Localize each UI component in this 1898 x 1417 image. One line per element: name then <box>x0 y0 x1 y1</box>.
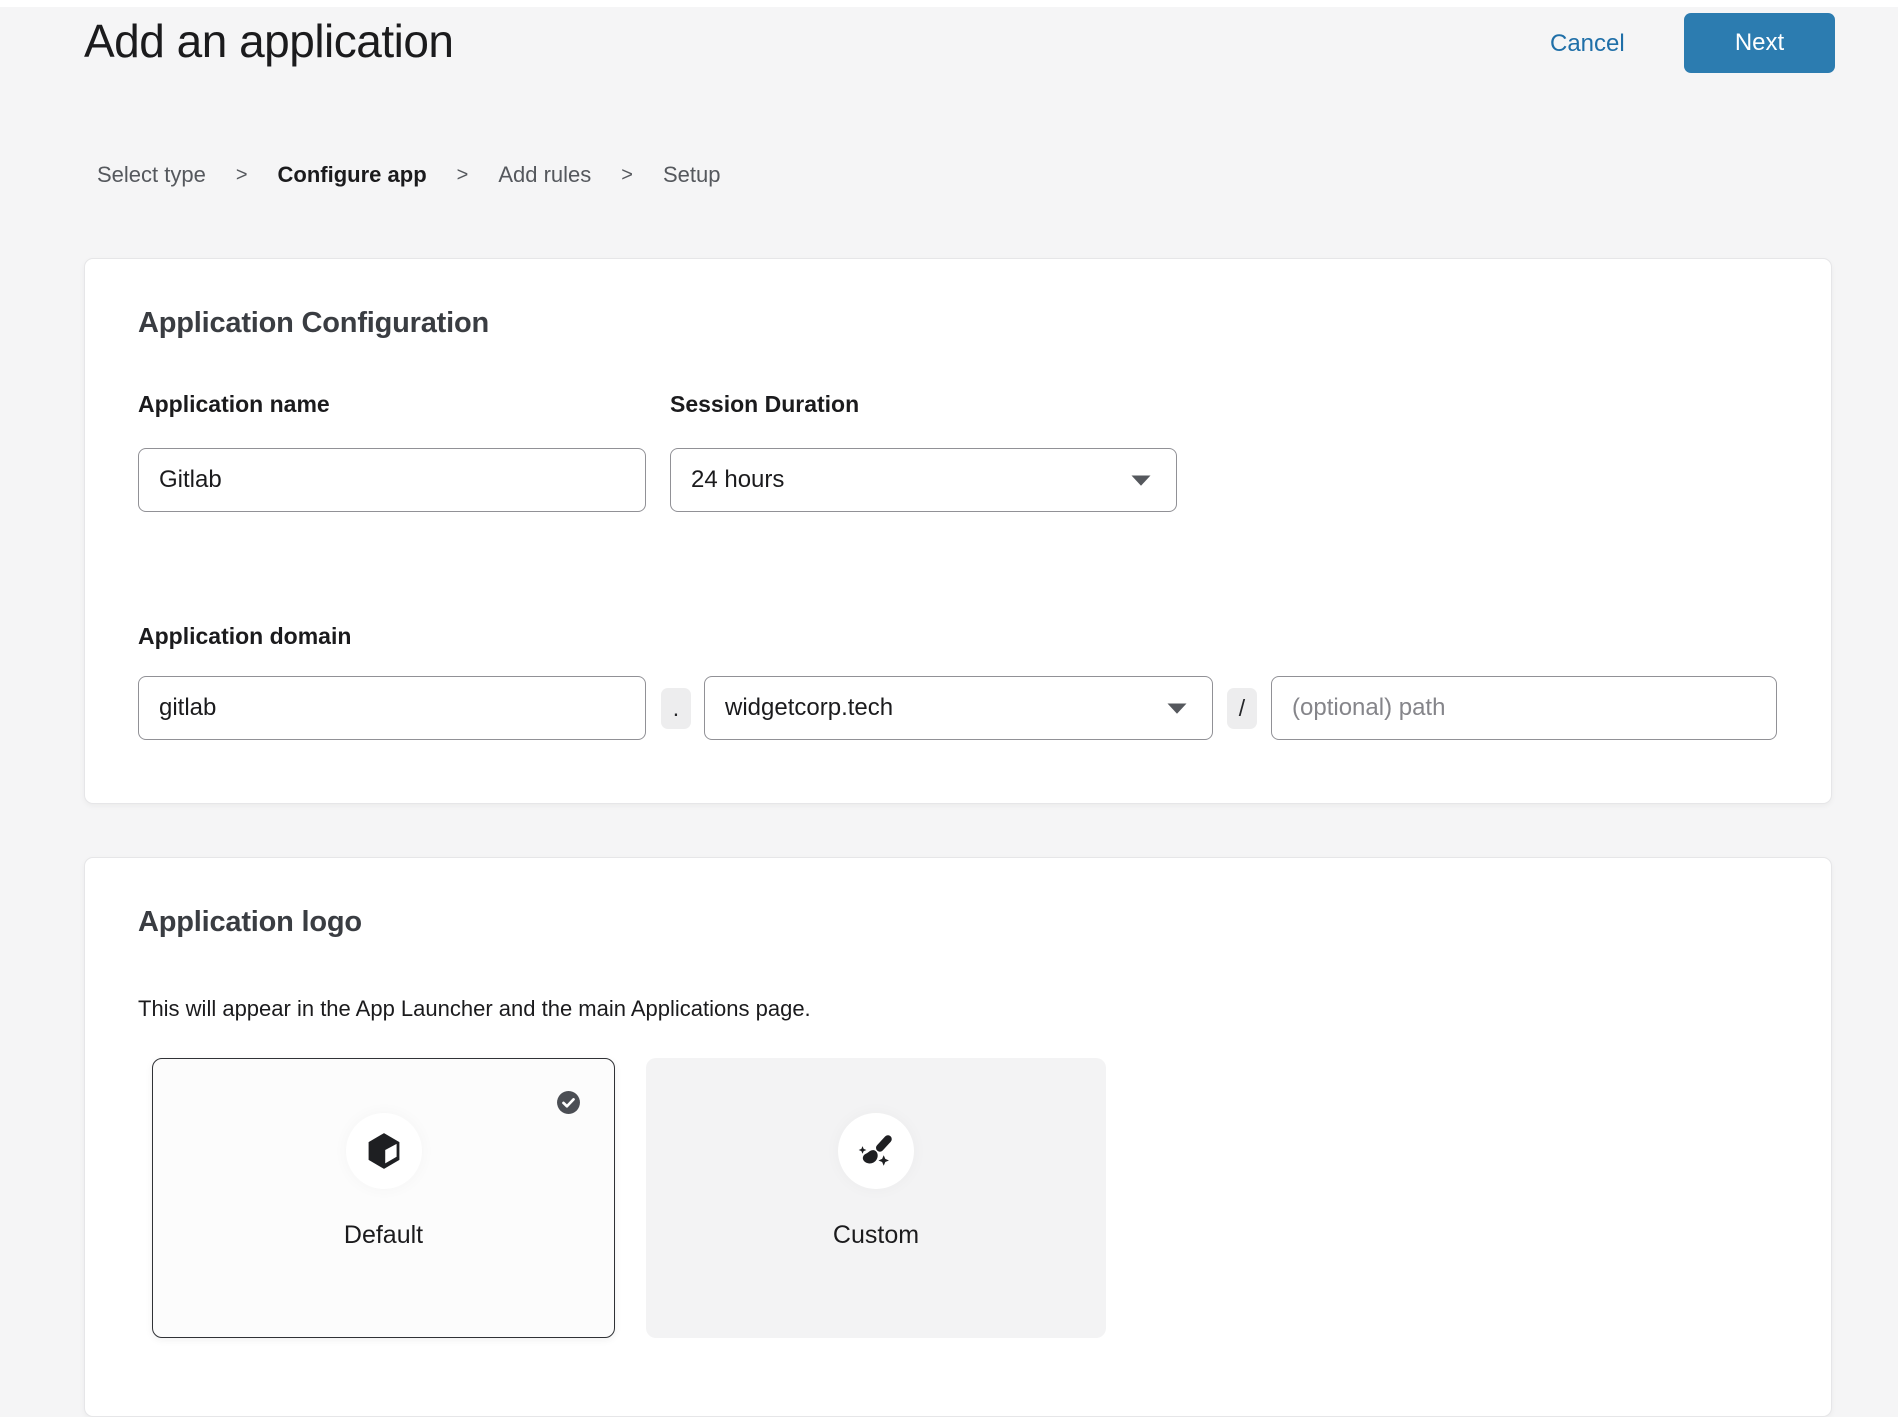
breadcrumb-configure-app[interactable]: Configure app <box>278 162 427 188</box>
custom-logo-circle <box>838 1113 914 1189</box>
application-configuration-card: Application Configuration Application na… <box>84 258 1832 804</box>
breadcrumb-separator: > <box>236 164 248 187</box>
breadcrumb-setup[interactable]: Setup <box>663 162 721 188</box>
next-button[interactable]: Next <box>1684 13 1835 73</box>
breadcrumb-separator: > <box>621 164 633 187</box>
default-logo-circle <box>346 1113 422 1189</box>
breadcrumb-select-type[interactable]: Select type <box>97 162 206 188</box>
breadcrumb-separator: > <box>457 164 469 187</box>
check-icon <box>556 1090 581 1115</box>
cancel-button[interactable]: Cancel <box>1540 26 1635 62</box>
path-input[interactable] <box>1271 676 1777 740</box>
domain-slash-separator: / <box>1227 688 1257 729</box>
session-duration-label: Session Duration <box>670 391 859 418</box>
session-duration-select[interactable]: 24 hours <box>670 448 1177 512</box>
application-logo-card: Application logo This will appear in the… <box>84 857 1832 1417</box>
breadcrumb-add-rules[interactable]: Add rules <box>498 162 591 188</box>
top-edge-strip <box>0 0 1898 7</box>
paintbrush-icon <box>855 1130 897 1172</box>
domain-select-value: widgetcorp.tech <box>725 694 893 722</box>
subdomain-input[interactable] <box>138 676 646 740</box>
logo-option-tiles: Default Custom <box>152 1058 1106 1338</box>
logo-heading: Application logo <box>138 906 362 939</box>
logo-description: This will appear in the App Launcher and… <box>138 996 811 1022</box>
chevron-down-icon <box>1166 702 1188 715</box>
session-duration-value: 24 hours <box>691 466 784 494</box>
logo-option-custom[interactable]: Custom <box>646 1058 1106 1338</box>
page-title: Add an application <box>84 12 454 70</box>
default-option-label: Default <box>153 1221 614 1250</box>
domain-select[interactable]: widgetcorp.tech <box>704 676 1213 740</box>
configuration-heading: Application Configuration <box>138 307 489 340</box>
breadcrumb: Select type > Configure app > Add rules … <box>97 162 720 188</box>
logo-option-default[interactable]: Default <box>152 1058 615 1338</box>
custom-option-label: Custom <box>647 1221 1105 1250</box>
application-name-label: Application name <box>138 391 330 418</box>
chevron-down-icon <box>1130 474 1152 487</box>
domain-dot-separator: . <box>661 688 691 729</box>
cube-icon <box>363 1130 405 1172</box>
application-domain-label: Application domain <box>138 623 351 650</box>
application-name-input[interactable] <box>138 448 646 512</box>
